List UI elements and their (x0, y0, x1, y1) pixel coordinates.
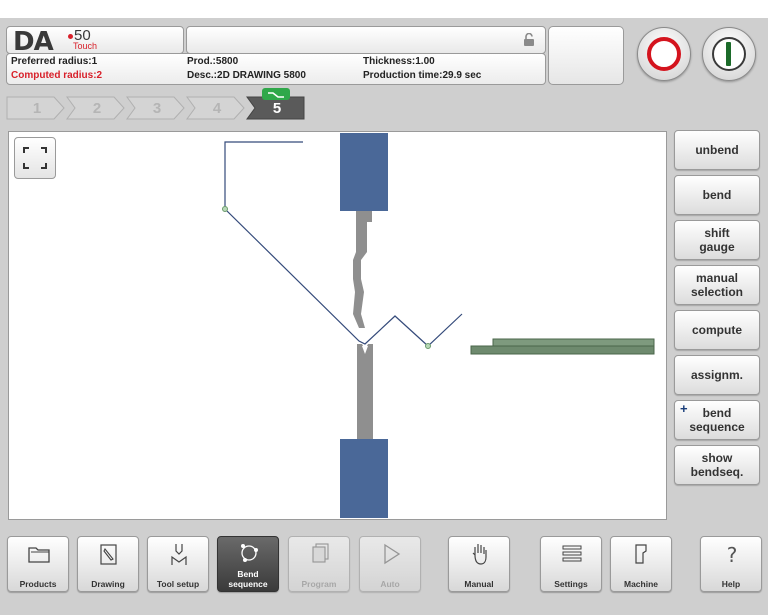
logo-sub: Touch (73, 41, 98, 51)
bend-simulation-drawing (222, 133, 655, 518)
nav-program[interactable]: Program (288, 536, 350, 592)
shift-gauge-button[interactable]: shift gauge (674, 220, 760, 260)
start-button[interactable] (702, 27, 756, 81)
fit-screen-icon (23, 147, 47, 169)
bend-button[interactable]: bend (674, 175, 760, 215)
button-label: manual selection (690, 271, 744, 299)
message-panel (548, 26, 624, 85)
punch-tool (353, 211, 372, 328)
upper-beam (340, 133, 388, 211)
nav-settings[interactable]: Settings (540, 536, 602, 592)
step-tab-2[interactable]: 2 (66, 96, 128, 120)
nav-help[interactable]: ? Help (700, 536, 762, 592)
step-tab-1[interactable]: 1 (6, 96, 68, 120)
lower-beam (340, 439, 388, 518)
pages-icon (312, 543, 329, 563)
unbend-button[interactable]: unbend (674, 130, 760, 170)
plus-icon: + (680, 401, 688, 416)
button-label: unbend (695, 143, 739, 157)
nav-tool-setup[interactable]: Tool setup (147, 536, 209, 592)
assignm-button[interactable]: assignm. (674, 355, 760, 395)
folder-icon (28, 547, 50, 563)
show-bendseq-button[interactable]: show bendseq. (674, 445, 760, 485)
step-tab-3[interactable]: 3 (126, 96, 188, 120)
thickness: Thickness:1.00 (363, 56, 435, 67)
list-icon (562, 545, 582, 562)
computed-radius: Computed radius:2 (11, 70, 103, 81)
production-time: Production time:29.9 sec (363, 70, 482, 81)
button-label: bend sequence (689, 406, 745, 434)
pencil-icon (100, 544, 117, 565)
nav-label: Help (721, 579, 741, 589)
unlock-icon[interactable] (523, 33, 535, 46)
start-bar (726, 42, 731, 66)
play-icon (384, 543, 401, 565)
bend-sequence-button[interactable]: + bend sequence (674, 400, 760, 440)
compute-button[interactable]: compute (674, 310, 760, 350)
bend-point (425, 343, 431, 349)
nav-bend-sequence[interactable]: Bend sequence (217, 536, 279, 592)
nav-label: Manual (464, 579, 494, 589)
bend-point (222, 206, 228, 212)
product-info: Preferred radius:1 Computed radius:2 Pro… (6, 53, 546, 85)
button-label: compute (691, 323, 742, 337)
back-gauge (470, 345, 655, 355)
button-label: show bendseq. (690, 451, 744, 479)
zoom-fit-button[interactable] (14, 137, 56, 179)
product-number: Prod.:5800 (187, 56, 239, 67)
button-label: bend (702, 188, 732, 202)
stop-button[interactable] (637, 27, 691, 81)
tool-icon (171, 544, 187, 565)
nav-machine[interactable]: Machine (610, 536, 672, 592)
step-label: 3 (152, 100, 162, 117)
nav-label: Settings (554, 579, 588, 589)
nav-label: Machine (623, 579, 658, 589)
stop-icon (647, 37, 681, 71)
bend-sequence-icon (241, 544, 258, 562)
logo-dot (68, 34, 73, 39)
bend-type-icon (262, 88, 290, 100)
nav-label: Drawing (91, 579, 125, 589)
nav-auto[interactable]: Auto (359, 536, 421, 592)
nav-manual[interactable]: Manual (448, 536, 510, 592)
back-gauge-finger (492, 338, 655, 347)
nav-drawing[interactable]: Drawing (77, 536, 139, 592)
title-bar (186, 26, 546, 54)
product-description: Desc.:2D DRAWING 5800 (187, 70, 306, 81)
brand-logo: DA 50 Touch (6, 26, 184, 57)
step-label: 5 (272, 100, 282, 117)
nav-label: Auto (380, 579, 400, 589)
manual-selection-button[interactable]: manual selection (674, 265, 760, 305)
nav-products[interactable]: Products (7, 536, 69, 592)
question-icon: ? (727, 543, 738, 567)
machine-icon (635, 544, 647, 564)
step-label: 2 (92, 100, 102, 117)
step-label: 1 (32, 100, 42, 117)
button-label: assignm. (690, 368, 744, 382)
svg-text:?: ? (727, 543, 738, 567)
hand-icon (472, 544, 487, 565)
nav-label: Tool setup (156, 579, 200, 589)
bend-simulation-canvas[interactable] (8, 131, 667, 520)
die-tool (357, 344, 373, 440)
nav-label: Bend sequence (228, 569, 268, 589)
step-tab-4[interactable]: 4 (186, 96, 248, 120)
nav-label: Program (301, 579, 337, 589)
button-label: shift gauge (699, 226, 735, 254)
nav-label: Products (19, 579, 57, 589)
step-label: 4 (212, 100, 222, 117)
preferred-radius: Preferred radius:1 (11, 56, 98, 67)
